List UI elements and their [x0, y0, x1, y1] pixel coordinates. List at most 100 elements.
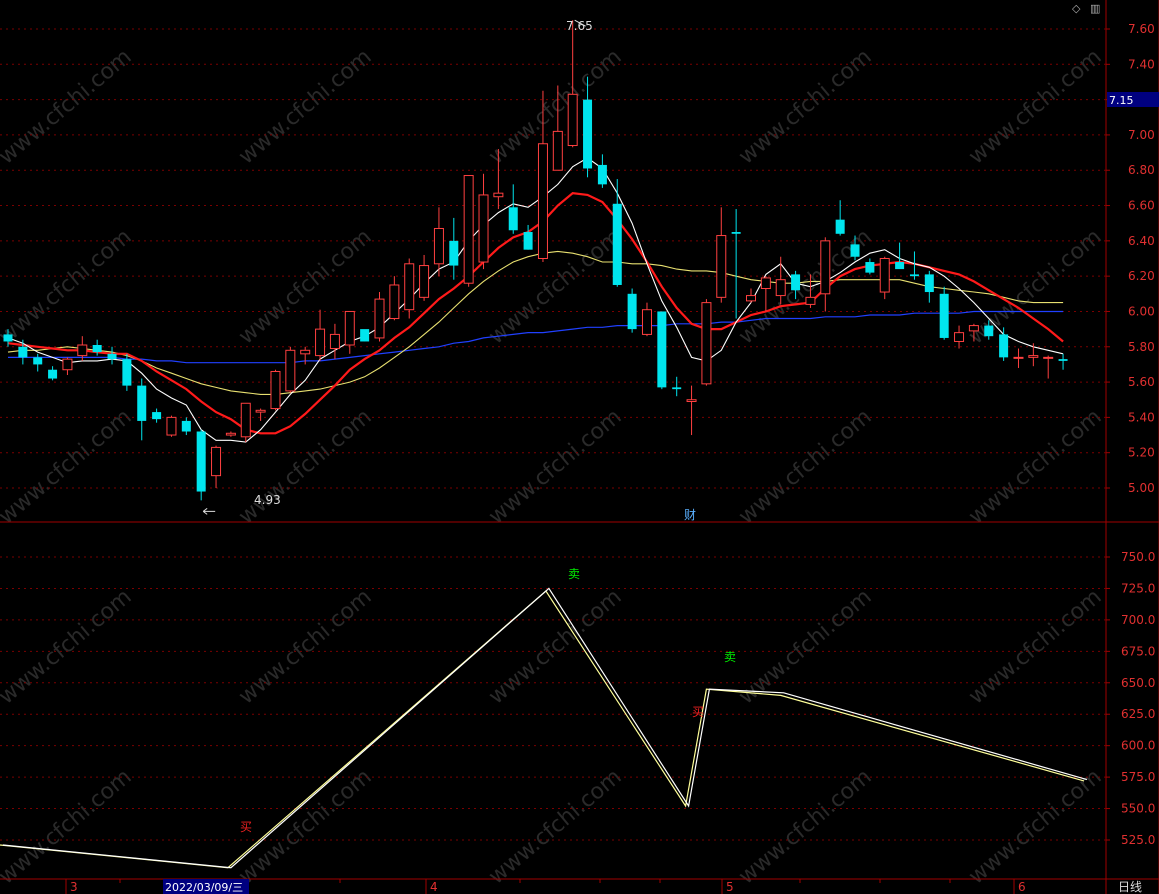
candle-body [285, 349, 296, 392]
period-label[interactable]: 日线 [1118, 880, 1142, 894]
candle-body [701, 302, 712, 385]
month-label: 4 [430, 880, 438, 894]
candle-body [657, 311, 667, 388]
candle-body [300, 349, 311, 355]
candle-body [968, 325, 979, 332]
watermark-text: www.cfchi.com [734, 404, 876, 529]
event-marker[interactable]: 财 [684, 508, 696, 522]
candle [612, 179, 622, 287]
candle [255, 408, 266, 421]
candle-body [152, 412, 162, 420]
candle-body [3, 334, 13, 342]
candle [196, 429, 206, 501]
candle [404, 258, 415, 319]
indicator-tick-label: 675.0 [1121, 644, 1155, 658]
watermark-text: www.cfchi.com [234, 584, 376, 709]
candle-body [939, 293, 949, 338]
watermark-text: www.cfchi.com [964, 404, 1106, 529]
candle-body [775, 279, 786, 297]
candle [1013, 348, 1024, 368]
candle-body [716, 235, 727, 298]
candle-body [686, 399, 697, 402]
candle [433, 207, 444, 277]
candle [939, 286, 949, 340]
ma20-line [7, 250, 1064, 395]
candle-body [389, 284, 400, 320]
watermark-text: www.cfchi.com [734, 764, 876, 889]
price-tick-label: 5.00 [1128, 481, 1155, 495]
watermark-text: www.cfchi.com [0, 224, 137, 349]
candle-body [865, 262, 875, 273]
watermark-text: www.cfchi.com [484, 404, 626, 529]
indicator-y-axis: 750.0 725.0 700.0 675.0 650.0 625.0 600.0 575.0… [1106, 550, 1155, 847]
candle [731, 209, 741, 319]
candle [627, 288, 637, 333]
watermark-text: www.cfchi.com [234, 404, 376, 529]
candle [181, 417, 191, 436]
candle-body [211, 446, 222, 477]
watermark-text: www.cfchi.com [0, 764, 137, 889]
candle [1058, 353, 1068, 370]
candle [152, 408, 162, 423]
candle-body [583, 99, 593, 169]
candle-body [478, 194, 489, 263]
indicator-tick-label: 750.0 [1121, 550, 1155, 564]
candle [672, 376, 682, 397]
panel-toggle-icon[interactable]: ▥ [1090, 2, 1100, 15]
signal-label-buy-2: 买 [240, 820, 252, 834]
candle-body [48, 369, 58, 379]
candle [865, 258, 875, 275]
candle-body [344, 310, 355, 346]
candle [360, 329, 370, 342]
candle-body [137, 385, 147, 421]
candle [122, 353, 132, 391]
watermark-text: www.cfchi.com [964, 44, 1106, 169]
candle [225, 431, 236, 437]
candle [478, 173, 489, 270]
candle [716, 207, 727, 303]
indicator-tick-label: 525.0 [1121, 833, 1155, 847]
indicator-tick-label: 600.0 [1121, 739, 1155, 753]
month-label: 5 [726, 880, 734, 894]
candle [463, 175, 474, 287]
candle-body [255, 409, 266, 413]
candle [344, 310, 355, 354]
candle [449, 217, 459, 280]
stock-chart[interactable]: www.cfchi.com www.cfchi.com www.cfchi.com w… [0, 0, 1159, 894]
indicator-tick-label: 725.0 [1121, 581, 1155, 595]
candle-body [419, 265, 430, 298]
candle-body [463, 175, 474, 284]
candle [641, 302, 652, 337]
candle-body [984, 325, 994, 337]
candle [137, 378, 147, 441]
candle [1028, 343, 1039, 367]
candle [895, 242, 905, 270]
diamond-icon[interactable]: ◇ [1072, 2, 1081, 15]
candle-body [895, 262, 905, 270]
price-tick-label: 6.80 [1128, 163, 1155, 177]
candle-body [641, 309, 652, 335]
candle [285, 346, 296, 393]
low-arrow [202, 507, 216, 515]
candle-body [791, 274, 801, 291]
candle-body [329, 333, 340, 350]
candle-body [240, 402, 251, 438]
watermark-text: www.cfchi.com [234, 44, 376, 169]
watermark-text: www.cfchi.com [964, 584, 1106, 709]
candle [508, 184, 518, 234]
candle [240, 402, 251, 443]
candle-body [33, 357, 43, 365]
candle-body [567, 93, 578, 147]
candle-body [360, 329, 370, 342]
price-tick-label: 6.40 [1128, 234, 1155, 248]
watermark-text: www.cfchi.com [234, 764, 376, 889]
month-label: 6 [1018, 880, 1026, 894]
candle-body [374, 298, 385, 339]
price-tick-label: 7.60 [1128, 22, 1155, 36]
candle-body [999, 334, 1009, 358]
candle-body [597, 164, 607, 185]
indicator-tick-label: 650.0 [1121, 676, 1155, 690]
candle [879, 256, 890, 300]
candle-body [805, 296, 816, 305]
price-tick-label: 7.00 [1128, 128, 1155, 142]
